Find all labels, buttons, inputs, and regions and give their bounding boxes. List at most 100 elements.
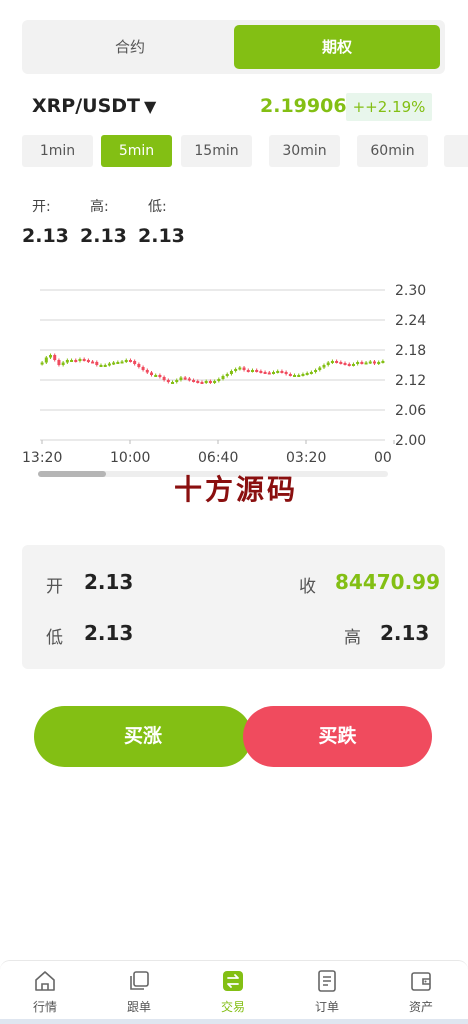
candle-body [347, 364, 351, 366]
interval-selector: 1min 5min 15min 30min 60min 1 [22, 135, 468, 167]
candle-body [225, 374, 229, 376]
trade-type-switch: 合约 期权 [22, 20, 445, 74]
candle-body [301, 374, 305, 376]
nav-market[interactable]: 行情 [10, 969, 80, 1015]
nav-assets-label: 资产 [408, 1000, 433, 1014]
candle-body [360, 362, 364, 364]
bottom-tab-bar: 行情 跟单 交易 订单 资产 [0, 960, 468, 1024]
current-price: 2.19906 [260, 95, 347, 117]
candle-body [49, 355, 53, 358]
y-tick-label: 2.18 [395, 343, 426, 359]
interval-1min[interactable]: 1min [22, 135, 93, 167]
chart-scrollbar-thumb[interactable] [38, 471, 106, 477]
interval-15min[interactable]: 15min [181, 135, 252, 167]
tab-options[interactable]: 期权 [234, 25, 440, 69]
y-tick-label: 2.00 [395, 433, 426, 449]
candle-body [200, 382, 204, 384]
x-tick-label: 00 [374, 450, 392, 466]
wallet-icon [411, 972, 431, 991]
candle-body [61, 362, 65, 365]
candle-body [372, 361, 376, 364]
interval-5min[interactable]: 5min [101, 135, 172, 167]
candle-body [217, 379, 221, 381]
buy-up-button[interactable]: 买涨 [34, 706, 252, 767]
interval-more[interactable]: 1 [444, 135, 468, 167]
candle-body [95, 362, 99, 365]
candle-body [141, 367, 145, 370]
stat-low-label: 低 [46, 628, 63, 648]
candle-body [272, 372, 276, 374]
candle-body [192, 380, 196, 382]
candle-body [124, 360, 128, 362]
stat-close-label: 收 [299, 577, 316, 597]
candle-body [322, 365, 326, 368]
home-icon [35, 971, 55, 991]
candle-body [44, 357, 48, 363]
nav-assets[interactable]: 资产 [386, 969, 456, 1015]
stat-open-label: 开 [46, 577, 63, 597]
candle-body [86, 360, 90, 362]
candle-body [175, 380, 179, 382]
candle-body [242, 367, 246, 370]
stat-open-value: 2.13 [84, 570, 134, 594]
stats-card: 开 2.13 收 84470.99 低 2.13 高 2.13 [22, 545, 445, 669]
interval-30min[interactable]: 30min [269, 135, 340, 167]
open-label: 开: [32, 199, 51, 215]
candle-body [91, 361, 95, 364]
candle-body [120, 361, 124, 364]
candle-body [309, 372, 313, 374]
open-value: 2.13 [22, 225, 69, 247]
candlestick-chart[interactable]: 2.30 2.24 2.18 2.12 2.06 2.00 13:20 10:00 06:40 0… [0, 270, 468, 470]
candle-body [187, 378, 191, 381]
candle-body [339, 362, 343, 364]
buy-down-button[interactable]: 买跌 [243, 706, 432, 767]
candle-body [343, 363, 347, 365]
low-label: 低: [148, 199, 167, 215]
candle-body [183, 377, 187, 380]
candle-body [82, 359, 86, 361]
candle-body [112, 362, 116, 365]
candle-body [166, 380, 170, 382]
stat-high-label: 高 [344, 628, 361, 648]
nav-orders[interactable]: 订单 [292, 969, 362, 1015]
x-tick-label: 10:00 [110, 450, 150, 466]
candle-body [377, 362, 381, 364]
candle-body [284, 372, 288, 374]
candle-body [154, 375, 158, 377]
nav-copy-trade[interactable]: 跟单 [104, 969, 174, 1015]
nav-trade[interactable]: 交易 [198, 969, 268, 1015]
candle-body [234, 369, 238, 371]
candle-body [259, 371, 263, 373]
candle-body [318, 367, 322, 370]
candle-body [276, 371, 280, 373]
candle-body [179, 377, 183, 380]
x-tick-label: 13:20 [22, 450, 62, 466]
candle-body [293, 375, 297, 377]
candle-body [356, 362, 360, 364]
candle-body [53, 355, 57, 360]
y-tick-label: 2.30 [395, 283, 426, 299]
candle-body [255, 370, 259, 372]
candle-body [162, 377, 166, 380]
candle-body [335, 361, 339, 363]
candle-body [196, 381, 200, 383]
stat-low-value: 2.13 [84, 621, 134, 645]
candle-body [246, 370, 250, 372]
dropdown-caret-icon: ▼ [144, 97, 157, 116]
interval-60min[interactable]: 60min [357, 135, 428, 167]
y-tick-label: 2.24 [395, 313, 426, 329]
copy-icon [130, 971, 149, 990]
candle-body [70, 360, 74, 362]
tab-contract[interactable]: 合约 [30, 25, 230, 69]
y-tick-label: 2.06 [395, 403, 426, 419]
y-tick-label: 2.12 [395, 373, 426, 389]
candle-body [263, 372, 267, 374]
candle-body [213, 381, 217, 383]
candle-body [145, 370, 149, 373]
candle-body [364, 362, 368, 365]
stat-high-value: 2.13 [380, 621, 430, 645]
candle-body [128, 360, 132, 362]
pair-selector[interactable]: XRP/USDT ▼ [32, 95, 156, 117]
candle-body [280, 371, 284, 373]
candle-body [267, 372, 271, 375]
